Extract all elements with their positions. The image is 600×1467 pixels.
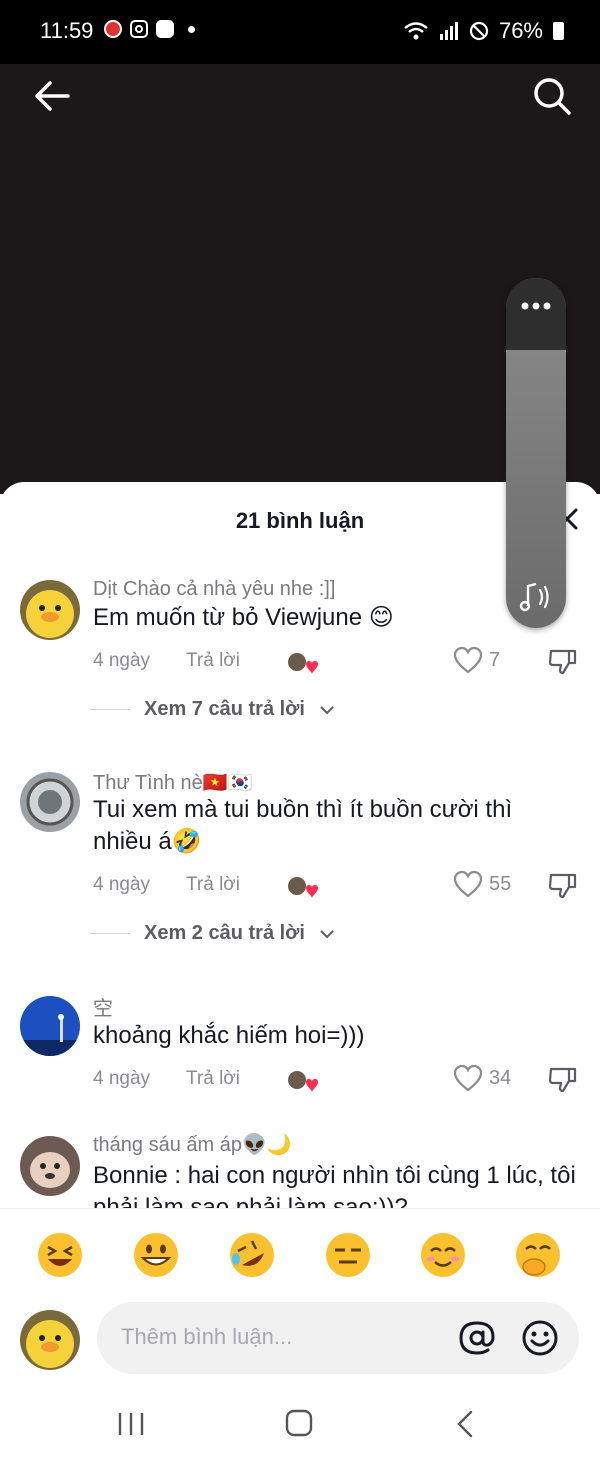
expressionless-emoji[interactable] <box>324 1231 372 1279</box>
battery-icon <box>553 22 564 40</box>
comment-username[interactable]: Thư Tình nè🇻🇳🇰🇷 <box>93 770 253 795</box>
view-replies-label: Xem 7 câu trả lời <box>144 698 305 720</box>
creator-liked-icon <box>286 652 318 676</box>
heart-icon <box>453 1064 483 1092</box>
like-count: 55 <box>489 872 512 895</box>
at-icon[interactable] <box>457 1318 497 1358</box>
globe-avatar-image <box>20 772 80 832</box>
notification-icons <box>104 20 195 38</box>
reply-button[interactable]: Trả lời <box>186 874 240 896</box>
app-notification-icon <box>104 20 122 38</box>
comment-input[interactable]: Thêm bình luận... <box>97 1302 579 1374</box>
like-button[interactable]: 7 <box>453 646 500 674</box>
duck-avatar-image <box>20 580 80 640</box>
rofl-emoji[interactable] <box>228 1231 276 1279</box>
duck-avatar-image <box>20 1310 80 1370</box>
reply-button[interactable]: Trả lời <box>186 650 240 672</box>
floating-music-panel[interactable] <box>506 278 566 628</box>
back-button[interactable] <box>30 78 74 114</box>
comment-input-placeholder: Thêm bình luận... <box>121 1324 293 1349</box>
comment-meta: 4 ngày Trả lời <box>93 1068 240 1090</box>
back-arrow-icon <box>35 81 70 111</box>
chevron-down-icon <box>320 929 334 938</box>
do-not-disturb-icon <box>469 21 489 41</box>
comment-text: Em muốn từ bỏ Viewjune 😊 <box>93 604 394 631</box>
dog-avatar-image <box>20 1136 80 1196</box>
system-icons: 76% <box>403 18 564 44</box>
replies-divider <box>90 933 130 934</box>
blush-emoji[interactable] <box>419 1231 467 1279</box>
comment-username[interactable]: tháng sáu ấm áp👽🌙 <box>93 1132 292 1157</box>
avatar[interactable] <box>20 1136 80 1196</box>
nav-back-icon[interactable] <box>455 1409 475 1439</box>
wifi-icon <box>404 22 428 40</box>
like-button[interactable]: 55 <box>453 870 511 898</box>
comment-username[interactable]: 空 <box>93 992 113 1021</box>
music-icon[interactable] <box>518 578 556 616</box>
comment-meta: 4 ngày Trả lời <box>93 650 240 672</box>
comment-text: khoảng khắc hiếm hoi=))) <box>93 1022 365 1049</box>
view-replies-button[interactable]: Xem 2 câu trả lời <box>90 922 335 945</box>
comment-username[interactable]: Dịt Chào cả nhà yêu nhe :]] <box>93 578 335 601</box>
creator-liked-icon <box>286 1070 318 1094</box>
heart-icon <box>453 646 483 674</box>
laughing-emoji[interactable] <box>36 1231 84 1279</box>
dislike-button[interactable] <box>548 870 578 900</box>
comment-time: 4 ngày <box>93 874 151 895</box>
comment-input-row: Thêm bình luận... <box>0 1300 600 1380</box>
night-city-avatar-image <box>20 996 80 1056</box>
instagram-icon <box>130 20 148 38</box>
comment-item: tháng sáu ấm áp👽🌙 Bonnie : hai con người… <box>0 1132 600 1208</box>
hand-over-mouth-emoji[interactable] <box>514 1231 562 1279</box>
system-nav-bar <box>0 1385 600 1467</box>
smile-icon[interactable] <box>520 1318 560 1358</box>
avatar[interactable] <box>20 996 80 1056</box>
panel-menu-button[interactable] <box>506 278 566 350</box>
replies-divider <box>90 709 130 710</box>
checkbox-icon <box>156 20 174 38</box>
creator-liked-icon <box>286 876 318 900</box>
comment-time: 4 ngày <box>93 1068 151 1089</box>
more-icon <box>521 302 551 310</box>
like-count: 7 <box>489 648 501 671</box>
emoji-quick-bar <box>0 1208 600 1301</box>
dislike-button[interactable] <box>548 646 578 676</box>
comment-text: Tui xem mà tui buồn thì ít buồn cười thì… <box>93 796 513 855</box>
dislike-button[interactable] <box>548 1064 578 1094</box>
grinning-emoji[interactable] <box>132 1231 180 1279</box>
search-icon <box>534 78 571 115</box>
avatar[interactable] <box>20 772 80 832</box>
my-avatar <box>20 1310 80 1370</box>
chevron-down-icon <box>320 705 334 714</box>
comment-meta: 4 ngày Trả lời <box>93 874 240 896</box>
status-time: 11:59 <box>40 18 94 43</box>
dislike-icon <box>548 649 577 675</box>
view-replies-label: Xem 2 câu trả lời <box>144 922 305 944</box>
search-button[interactable] <box>530 74 574 118</box>
signal-icon <box>439 22 458 40</box>
home-icon[interactable] <box>285 1409 313 1437</box>
recent-apps-icon[interactable] <box>116 1411 146 1437</box>
more-notifications-icon <box>188 25 195 33</box>
battery-percent: 76% <box>498 18 543 43</box>
reply-button[interactable]: Trả lời <box>186 1068 240 1090</box>
status-bar: 11:59 76% <box>0 0 600 64</box>
view-replies-button[interactable]: Xem 7 câu trả lời <box>90 698 335 721</box>
comment-text: Bonnie : hai con người nhìn tôi cùng 1 l… <box>93 1162 576 1208</box>
dislike-icon <box>548 873 577 899</box>
avatar[interactable] <box>20 580 80 640</box>
heart-icon <box>453 870 483 898</box>
dislike-icon <box>548 1067 577 1093</box>
like-button[interactable]: 34 <box>453 1064 511 1092</box>
comment-time: 4 ngày <box>93 650 151 671</box>
like-count: 34 <box>489 1066 512 1089</box>
